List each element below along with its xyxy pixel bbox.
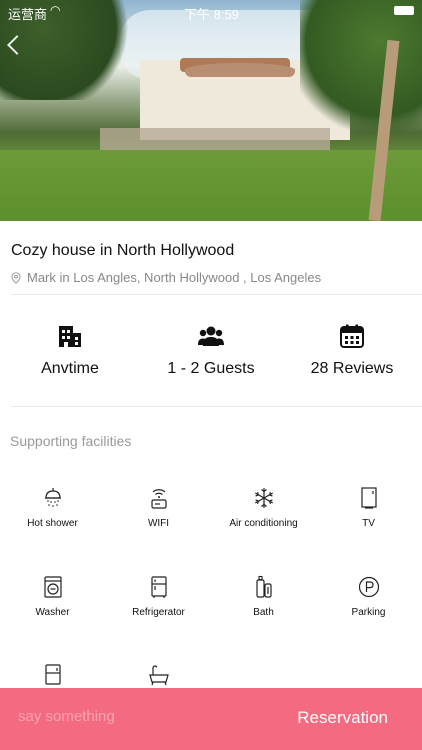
listing-title: Cozy house in North Hollywood: [11, 242, 235, 259]
calendar-icon: [340, 324, 364, 348]
facility-hot-shower: Hot shower: [0, 486, 105, 529]
facility-label: Air conditioning: [229, 518, 298, 529]
message-input[interactable]: [18, 708, 218, 725]
facility-air-conditioning: Air conditioning: [211, 486, 316, 529]
facility-label: Refrigerator: [132, 607, 185, 618]
facility-label: TV: [362, 518, 375, 529]
facilities-heading: Supporting facilities: [10, 433, 132, 449]
facility-refrigerator: Refrigerator: [106, 575, 211, 618]
bathtub-icon: [148, 665, 169, 686]
stat-label: 1 - 2 Guests: [167, 360, 255, 377]
listing-location: Mark in Los Angles, North Hollywood , Lo…: [11, 270, 321, 285]
fridge-icon: [44, 664, 61, 685]
parking-icon: [358, 576, 379, 598]
washer-icon: [43, 576, 62, 598]
divider: [11, 406, 422, 407]
clock-time: 下午 8:59: [184, 7, 239, 22]
facility-parking: Parking: [316, 575, 421, 618]
shower-icon: [44, 488, 61, 507]
stat-guests: 1 - 2 Guests: [141, 324, 281, 378]
wifi-signal-icon: ◠: [50, 3, 61, 17]
facility-bath: Bath: [211, 575, 316, 618]
stat-label: 28 Reviews: [310, 360, 394, 377]
carrier-label: 运营商: [8, 7, 48, 22]
facility-label: Washer: [35, 607, 70, 618]
listing-stats: Anvtime 1 - 2 Guests 28 Reviews: [0, 324, 422, 384]
status-bar: 运营商 ◠ 下午 8:59: [0, 0, 422, 22]
location-text: Mark in Los Angles, North Hollywood , Lo…: [27, 270, 322, 285]
divider: [11, 294, 422, 295]
users-icon: [198, 326, 224, 346]
facility-wifi: WIFI: [106, 486, 211, 529]
tv-icon: [360, 487, 377, 509]
building-icon: [59, 326, 81, 347]
wifi-router-icon: [150, 489, 167, 509]
facility-washer: Washer: [0, 575, 105, 618]
facility-label: Bath: [253, 607, 274, 618]
bath-bottles-icon: [255, 575, 272, 598]
facility-label: WIFI: [147, 518, 170, 529]
facility-label: Parking: [351, 607, 386, 618]
facility-label: Hot shower: [27, 518, 78, 529]
snowflake-icon: [254, 488, 273, 508]
stat-availability: Anvtime: [0, 324, 140, 378]
refrigerator-icon: [150, 576, 167, 598]
reservation-button[interactable]: Reservation: [297, 708, 388, 728]
facility-tv: TV: [316, 486, 421, 529]
stat-reviews[interactable]: 28 Reviews: [282, 324, 422, 378]
battery-icon: [394, 6, 414, 15]
bottom-action-bar: Reservation: [0, 688, 422, 750]
location-pin-icon: [11, 271, 21, 284]
listing-photo[interactable]: [0, 0, 422, 221]
stat-label: Anvtime: [41, 360, 99, 377]
